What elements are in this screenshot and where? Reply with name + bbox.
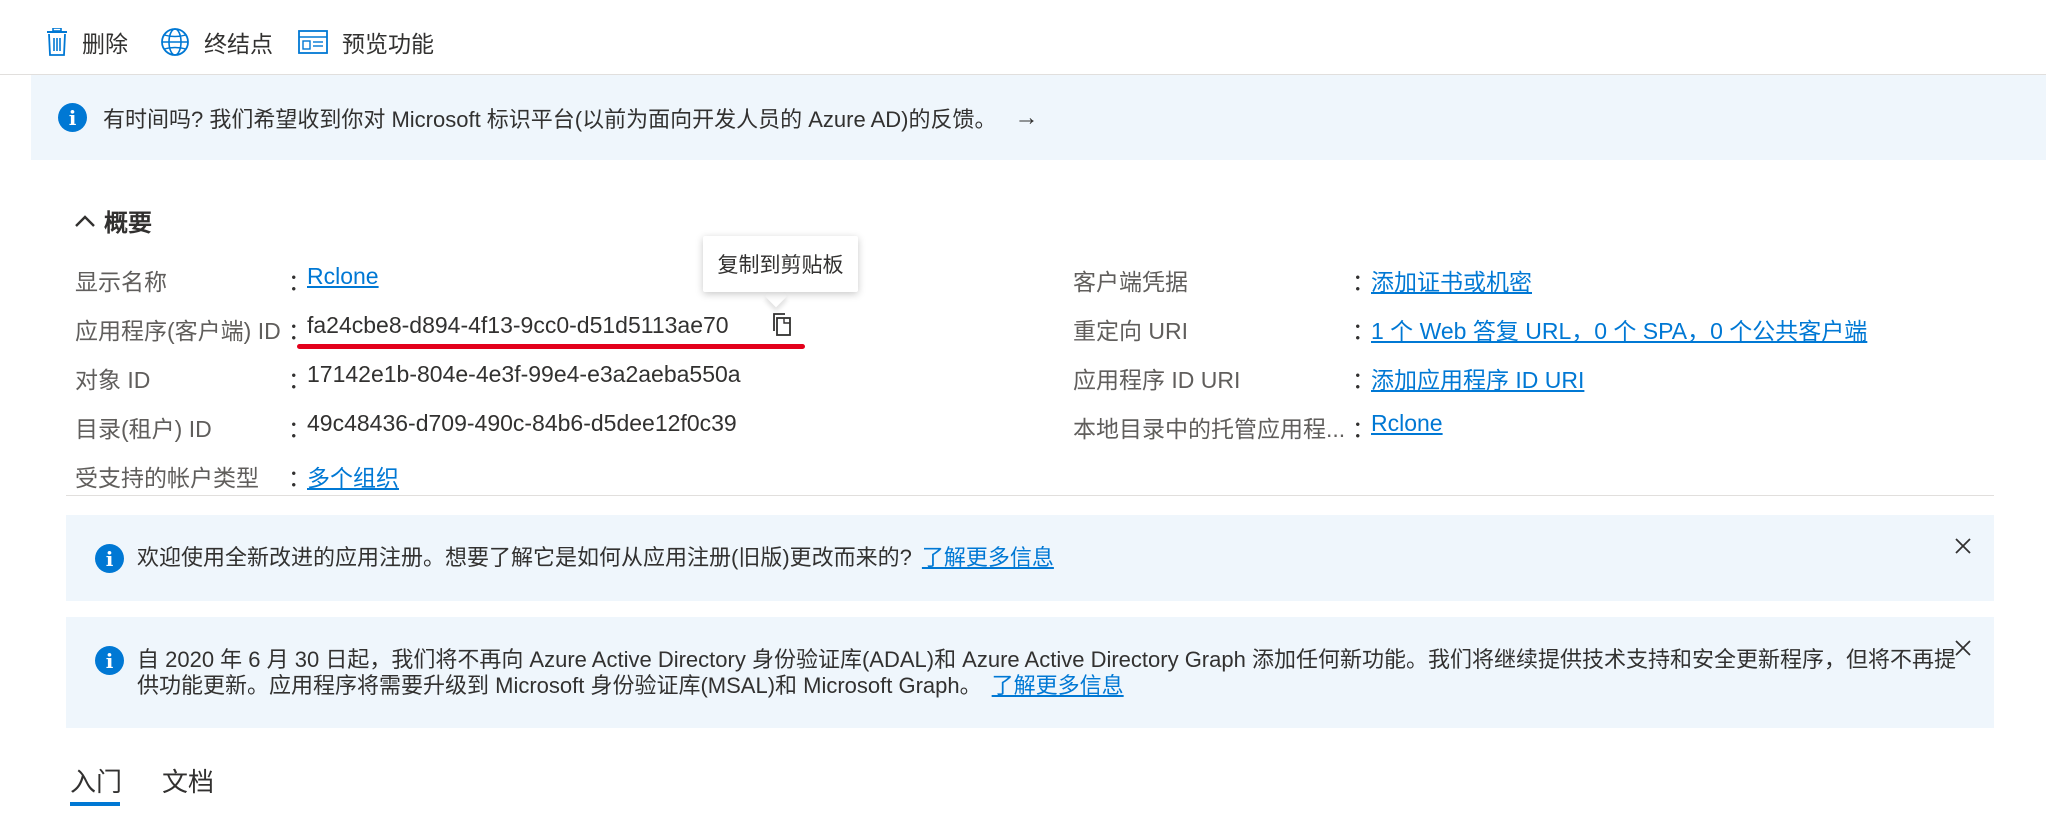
command-bar: 删除 终结点 预览功能 [0,0,2046,75]
feedback-banner: i 有时间吗? 我们希望收到你对 Microsoft 标识平台(以前为面向开发人… [31,75,2046,160]
display-name-link[interactable]: Rclone [307,263,379,290]
app-id-uri-link[interactable]: 添加应用程序 ID URI [1371,361,1584,395]
object-id-label: 对象 ID [75,367,151,393]
redirect-uri-label: 重定向 URI [1073,318,1188,344]
chevron-up-icon [75,214,95,227]
tenant-id-label: 目录(租户) ID [75,416,212,442]
info-icon: i [95,646,124,675]
trash-icon [47,28,67,56]
arrow-right-icon[interactable]: → [1015,104,1039,132]
section-divider [66,495,1994,496]
managed-app-label: 本地目录中的托管应用程... [1073,416,1346,442]
active-tab-indicator [70,802,120,806]
info-icon: i [95,544,124,573]
tenant-id-value: 49c48436-d709-490c-84b6-d5dee12f0c39 [307,410,737,436]
feedback-text: 有时间吗? 我们希望收到你对 Microsoft 标识平台(以前为面向开发人员的… [103,106,997,132]
banner-message: 欢迎使用全新改进的应用注册。想要了解它是如何从应用注册(旧版)更改而来的? 了解更… [137,545,1054,571]
client-id-label: 应用程序(客户端) ID [75,318,281,344]
account-types-link[interactable]: 多个组织 [307,459,399,493]
app-id-uri-label: 应用程序 ID URI [1073,367,1241,393]
display-name-label: 显示名称 [75,269,167,295]
info-icon: i [58,103,87,132]
redirect-uri-link[interactable]: 1 个 Web 答复 URL，0 个 SPA，0 个公共客户端 [1371,312,1867,346]
preview-features-button[interactable]: 预览功能 [298,22,434,62]
app-registration-banner: i 欢迎使用全新改进的应用注册。想要了解它是如何从应用注册(旧版)更改而来的? 了… [66,515,1994,601]
tab-documentation[interactable]: 文档 [162,762,214,799]
delete-label: 删除 [82,31,128,57]
endpoints-label: 终结点 [204,31,273,57]
overview-toggle[interactable]: 概要 [74,203,152,238]
adal-deprecation-banner: i 自 2020 年 6 月 30 日起，我们将不再向 Azure Active… [66,617,1994,728]
preview-features-label: 预览功能 [342,31,434,57]
copy-icon[interactable] [770,312,794,338]
tab-get-started[interactable]: 入门 [70,762,122,799]
learn-more-link[interactable]: 了解更多信息 [992,673,1124,698]
close-icon[interactable] [1952,637,1974,659]
client-credentials-link[interactable]: 添加证书或机密 [1371,263,1532,297]
globe-icon [161,28,189,56]
banner-message: 自 2020 年 6 月 30 日起，我们将不再向 Azure Active D… [137,647,1957,699]
client-id-value[interactable]: fa24cbe8-d894-4f13-9cc0-d51d5113ae70 [307,312,729,339]
delete-button[interactable]: 删除 [46,22,128,62]
copy-tooltip: 复制到剪贴板 [703,236,858,292]
object-id-value: 17142e1b-804e-4e3f-99e4-e3a2aeba550a [307,361,741,387]
preview-icon [298,30,328,54]
close-icon[interactable] [1952,535,1974,557]
account-types-label: 受支持的帐户类型 [75,465,259,491]
overview-title: 概要 [104,210,152,237]
endpoints-button[interactable]: 终结点 [160,22,273,62]
highlight-underline [297,344,805,349]
client-credentials-label: 客户端凭据 [1073,269,1188,295]
managed-app-link[interactable]: Rclone [1371,410,1443,437]
banner-text: 欢迎使用全新改进的应用注册。想要了解它是如何从应用注册(旧版)更改而来的? [137,545,912,570]
learn-more-link[interactable]: 了解更多信息 [922,545,1054,570]
